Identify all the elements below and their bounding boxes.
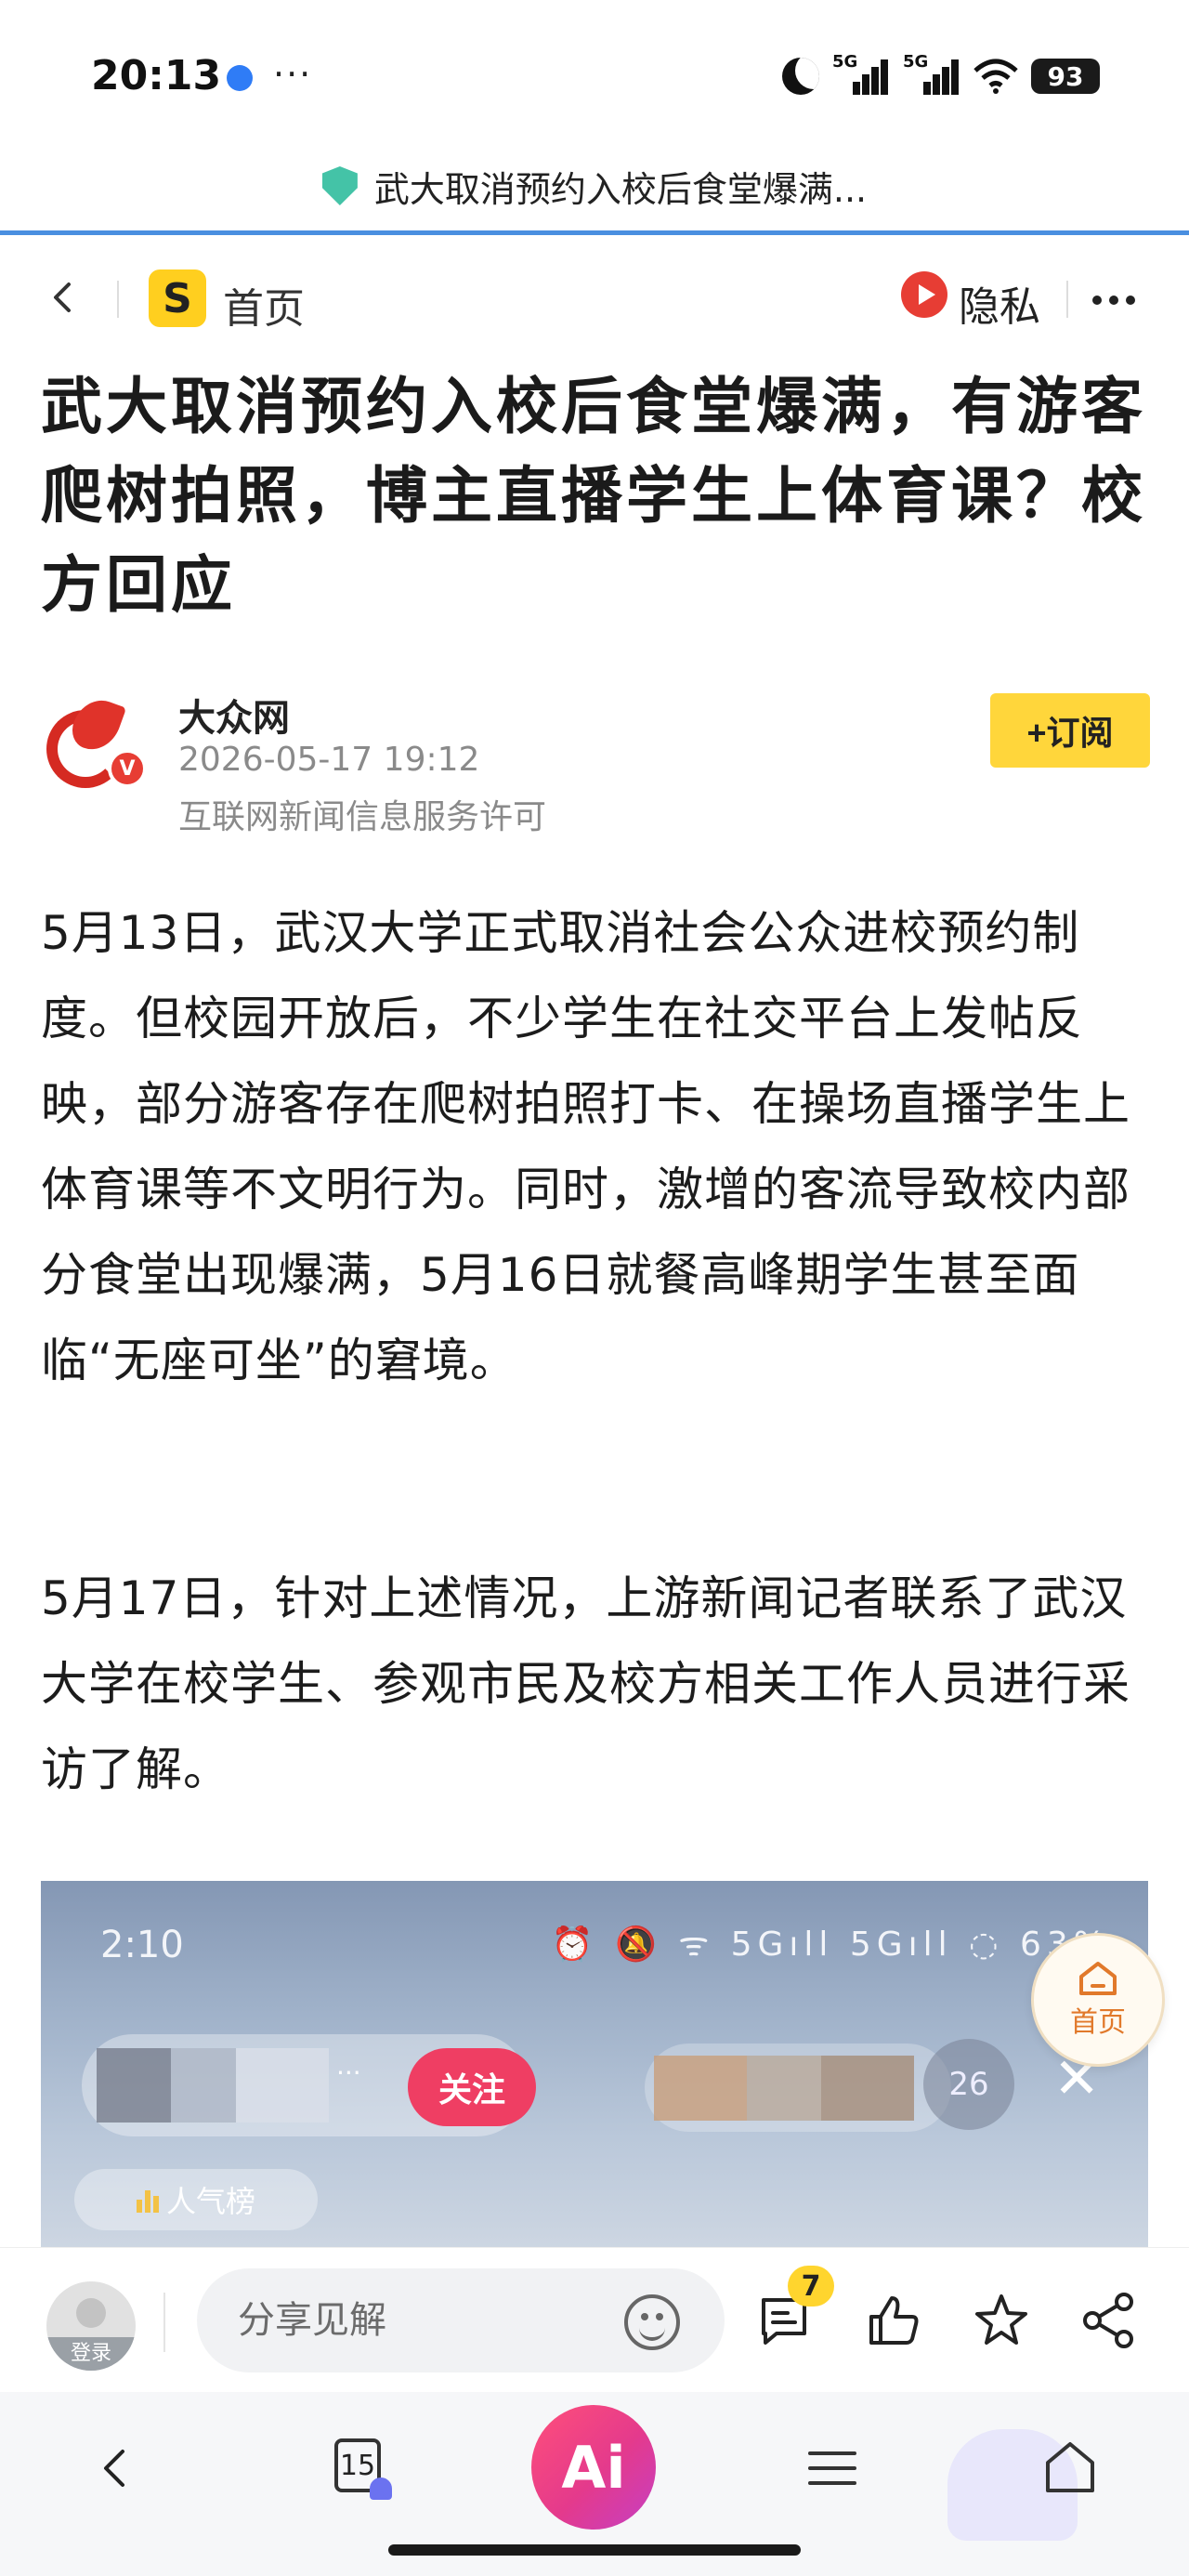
network-type-1: 5G [832, 52, 858, 72]
image-status-time: 2:10 [100, 1924, 184, 1966]
article-header: S 首页 隐私 [0, 251, 1189, 344]
notification-dot-icon [227, 65, 253, 91]
home-indicator[interactable] [388, 2544, 801, 2556]
image-follow-button: 关注 [408, 2048, 536, 2126]
article-title: 武大取消预约入校后食堂爆满，有游客爬树拍照，博主直播学生上体育课？校方回应 [41, 371, 1146, 621]
divider [1066, 281, 1068, 318]
status-time: 20:13 [91, 52, 222, 99]
emoji-icon[interactable] [624, 2294, 680, 2350]
url-bar[interactable]: 武大取消预约入校后食堂爆满... [0, 139, 1189, 232]
floating-home-label: 首页 [1070, 2006, 1126, 2039]
comment-bar: 登录 [0, 2247, 1189, 2392]
blurred-text [171, 2048, 236, 2123]
favorite-star-icon[interactable] [972, 2291, 1031, 2350]
rank-bars-icon [136, 2187, 159, 2213]
back-icon[interactable] [45, 279, 82, 316]
blurred-text [236, 2048, 329, 2123]
floating-home-button[interactable]: 首页 [1031, 1933, 1165, 2067]
more-menu-icon[interactable] [1092, 296, 1135, 305]
author-name[interactable]: 大众网 [178, 688, 290, 742]
login-avatar[interactable]: 登录 [46, 2281, 136, 2371]
secure-shield-icon [321, 166, 358, 205]
blurred-viewer [747, 2056, 821, 2121]
divider [117, 281, 119, 318]
comment-count-badge: 7 [788, 2266, 834, 2307]
image-rank-pill: 人气榜 [74, 2169, 318, 2230]
page-load-progress [0, 230, 1189, 235]
privacy-play-icon[interactable] [901, 271, 947, 318]
status-bar: 20:13 ··· 5G 5G 93 [0, 0, 1189, 139]
battery-indicator: 93 [1031, 59, 1100, 94]
subscribe-button[interactable]: +订阅 [990, 693, 1150, 768]
signal-icon-1: 5G [832, 52, 890, 97]
author-avatar[interactable]: V [41, 692, 147, 797]
brand-home-link[interactable]: 首页 [223, 275, 305, 335]
verified-badge-icon: V [108, 749, 147, 788]
wifi-icon [973, 58, 1018, 95]
login-label: 登录 [46, 2337, 136, 2371]
nav-menu-icon[interactable] [799, 2435, 866, 2502]
blurred-avatar [97, 2048, 171, 2123]
blurred-viewer [654, 2056, 747, 2121]
home-icon [1078, 1960, 1118, 1997]
page-url-title[interactable]: 武大取消预约入校后食堂爆满... [374, 161, 867, 212]
share-icon[interactable] [1079, 2291, 1139, 2350]
divider [163, 2293, 165, 2352]
brand-logo[interactable]: S [149, 269, 206, 327]
status-icons: 5G 5G 93 [782, 52, 1100, 99]
like-icon[interactable] [864, 2291, 923, 2350]
nav-back-icon[interactable] [82, 2435, 149, 2502]
article-paragraph: 5月17日，针对上述情况，上游新闻记者联系了武汉大学在校学生、参观市民及校方相关… [41, 1571, 1130, 1796]
nav-home-icon[interactable] [1037, 2435, 1104, 2502]
license-link[interactable]: 互联网新闻信息服务许可 [178, 790, 546, 838]
network-type-2: 5G [903, 52, 929, 72]
image-status-icons: ⏰ 🔕 ᯤ 5Gıll 5Gıll ◌ 63% [551, 1925, 1111, 1964]
status-more-icon: ··· [273, 54, 313, 95]
article-image[interactable]: 2:10 ⏰ 🔕 ᯤ 5Gıll 5Gıll ◌ 63% ... 关注 26 ✕… [41, 1881, 1148, 2248]
blurred-viewer [821, 2056, 914, 2121]
privacy-button[interactable]: 隐私 [959, 273, 1040, 333]
publish-time: 2026-05-17 19:12 [178, 741, 480, 779]
ai-assistant-button[interactable]: Ai [531, 2405, 656, 2530]
dnd-moon-icon [782, 58, 819, 95]
article-paragraph: 5月13日，武汉大学正式取消社会公众进校预约制度。但校园开放后，不少学生在社交平… [41, 906, 1130, 1387]
image-viewer-count: 26 [923, 2039, 1014, 2130]
signal-icon-2: 5G [903, 52, 960, 97]
image-name-ellipsis: ... [336, 2050, 361, 2081]
incognito-ghost-icon [370, 2477, 392, 2500]
rank-label: 人气榜 [165, 2184, 255, 2219]
